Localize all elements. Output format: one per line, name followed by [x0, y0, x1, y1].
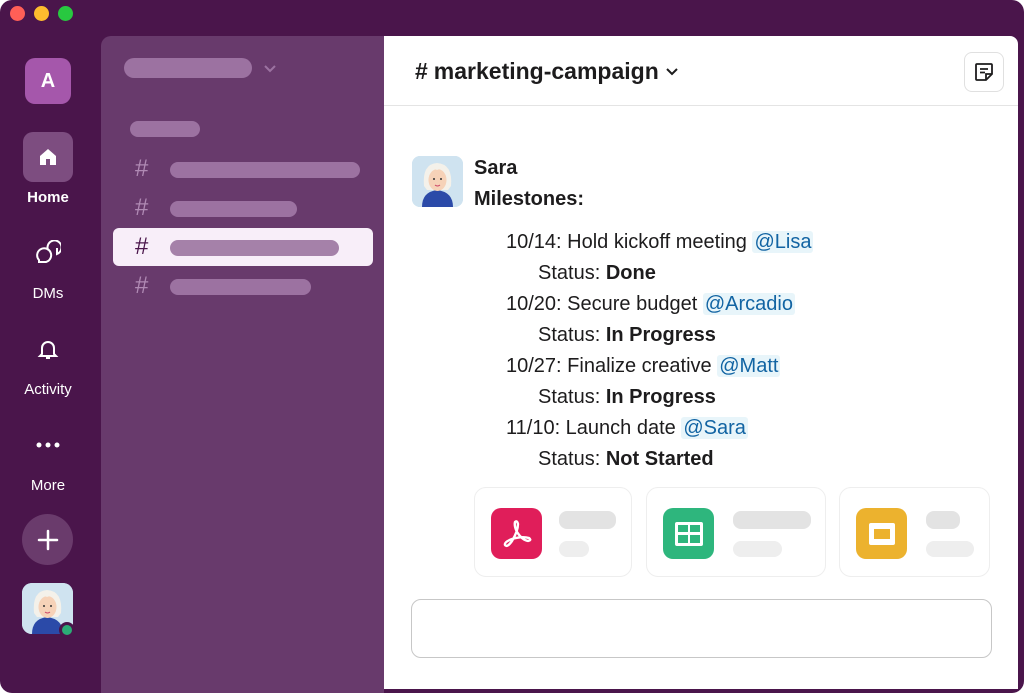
plus-icon: [37, 529, 58, 550]
rail-label-home: Home: [27, 189, 69, 206]
spreadsheet-icon: [663, 508, 714, 559]
file-meta-placeholder: [926, 541, 974, 557]
rail-item-activity[interactable]: Activity: [0, 324, 96, 398]
status-label: Status:: [538, 386, 601, 408]
dms-icon: [23, 228, 73, 278]
message-composer-input[interactable]: [411, 599, 992, 658]
home-icon: [23, 132, 73, 182]
user-mention[interactable]: @Matt: [717, 355, 781, 377]
channel-name-placeholder: [170, 240, 339, 256]
channel-name-placeholder: [170, 201, 297, 217]
message-heading: Milestones:: [474, 188, 585, 210]
milestone-status: Status: Not Started: [538, 448, 714, 471]
milestone-status: Status: In Progress: [538, 324, 716, 347]
status-value: In Progress: [605, 324, 716, 346]
status-value: Done: [605, 262, 656, 284]
hash-icon: #: [135, 155, 149, 182]
workspace-name-placeholder[interactable]: [124, 58, 252, 78]
user-mention[interactable]: @Lisa: [752, 231, 814, 253]
file-meta-placeholder: [733, 541, 782, 557]
user-mention[interactable]: @Arcadio: [702, 293, 795, 315]
milestone-line: 10/14: Hold kickoff meeting @Lisa: [506, 231, 814, 254]
canvas-button[interactable]: [964, 52, 1004, 92]
hash-icon: #: [135, 233, 149, 260]
sidebar-channel-item[interactable]: #: [113, 150, 373, 188]
status-value: Not Started: [605, 448, 714, 470]
maximize-window-button[interactable]: [58, 6, 73, 21]
status-label: Status:: [538, 262, 601, 284]
user-mention[interactable]: @Sara: [681, 417, 748, 439]
milestone-text: 10/27: Finalize creative: [506, 355, 712, 377]
rail-label-more: More: [30, 477, 66, 494]
bell-icon: [23, 324, 73, 374]
message-author-avatar[interactable]: [412, 156, 463, 207]
channel-hash: #: [415, 58, 428, 84]
channel-sidebar: # # # #: [101, 36, 384, 693]
rail-item-home[interactable]: Home: [0, 132, 96, 206]
milestone-status: Status: In Progress: [538, 386, 716, 409]
file-attachment-card[interactable]: [474, 487, 632, 577]
channel-title-button[interactable]: # marketing-campaign: [415, 58, 679, 85]
hash-icon: #: [135, 194, 149, 221]
section-header-placeholder: [130, 121, 200, 137]
status-label: Status:: [538, 448, 601, 470]
rail-item-dms[interactable]: DMs: [0, 228, 96, 302]
milestone-status: Status: Done: [538, 262, 656, 285]
app-window: A Home DMs Activity More # # # # # marke…: [0, 0, 1024, 693]
channel-name-placeholder: [170, 162, 360, 178]
rail-label-activity: Activity: [24, 381, 72, 398]
message-author-name[interactable]: Sara: [474, 157, 517, 180]
hash-icon: #: [135, 272, 149, 299]
workspace-switcher[interactable]: A: [25, 58, 71, 104]
milestone-line: 10/27: Finalize creative @Matt: [506, 355, 781, 378]
milestone-text: 10/20: Secure budget: [506, 293, 698, 315]
presence-indicator: [59, 622, 75, 638]
status-label: Status:: [538, 324, 601, 346]
channel-name: marketing-campaign: [433, 58, 659, 84]
status-value: In Progress: [605, 386, 716, 408]
milestone-text: 11/10: Launch date: [506, 417, 676, 439]
file-name-placeholder: [733, 511, 811, 529]
minimize-window-button[interactable]: [34, 6, 49, 21]
channel-view: # marketing-campaign Sara Milestones: 10…: [384, 36, 1018, 689]
milestone-text: 10/14: Hold kickoff meeting: [506, 231, 747, 253]
rail-label-dms: DMs: [32, 285, 64, 302]
channel-header: # marketing-campaign: [384, 36, 1018, 106]
sidebar-channel-item-selected[interactable]: #: [113, 228, 373, 266]
pdf-icon: [491, 508, 542, 559]
window-controls: [10, 6, 73, 21]
channel-name-placeholder: [170, 279, 311, 295]
file-name-placeholder: [926, 511, 960, 529]
file-name-placeholder: [559, 511, 616, 529]
sidebar-channel-item[interactable]: #: [113, 189, 373, 227]
file-attachment-card[interactable]: [839, 487, 990, 577]
milestone-line: 10/20: Secure budget @Arcadio: [506, 293, 795, 316]
more-icon: [23, 420, 73, 470]
canvas-icon: [975, 63, 993, 81]
chevron-down-icon: [666, 67, 678, 75]
close-window-button[interactable]: [10, 6, 25, 21]
sidebar-channel-item[interactable]: #: [113, 267, 373, 305]
add-button[interactable]: [22, 514, 73, 565]
file-attachment-card[interactable]: [646, 487, 826, 577]
file-meta-placeholder: [559, 541, 589, 557]
rail-item-more[interactable]: More: [0, 420, 96, 494]
chevron-down-icon: [264, 65, 276, 73]
milestone-line: 11/10: Launch date @Sara: [506, 417, 748, 440]
slides-icon: [856, 508, 907, 559]
